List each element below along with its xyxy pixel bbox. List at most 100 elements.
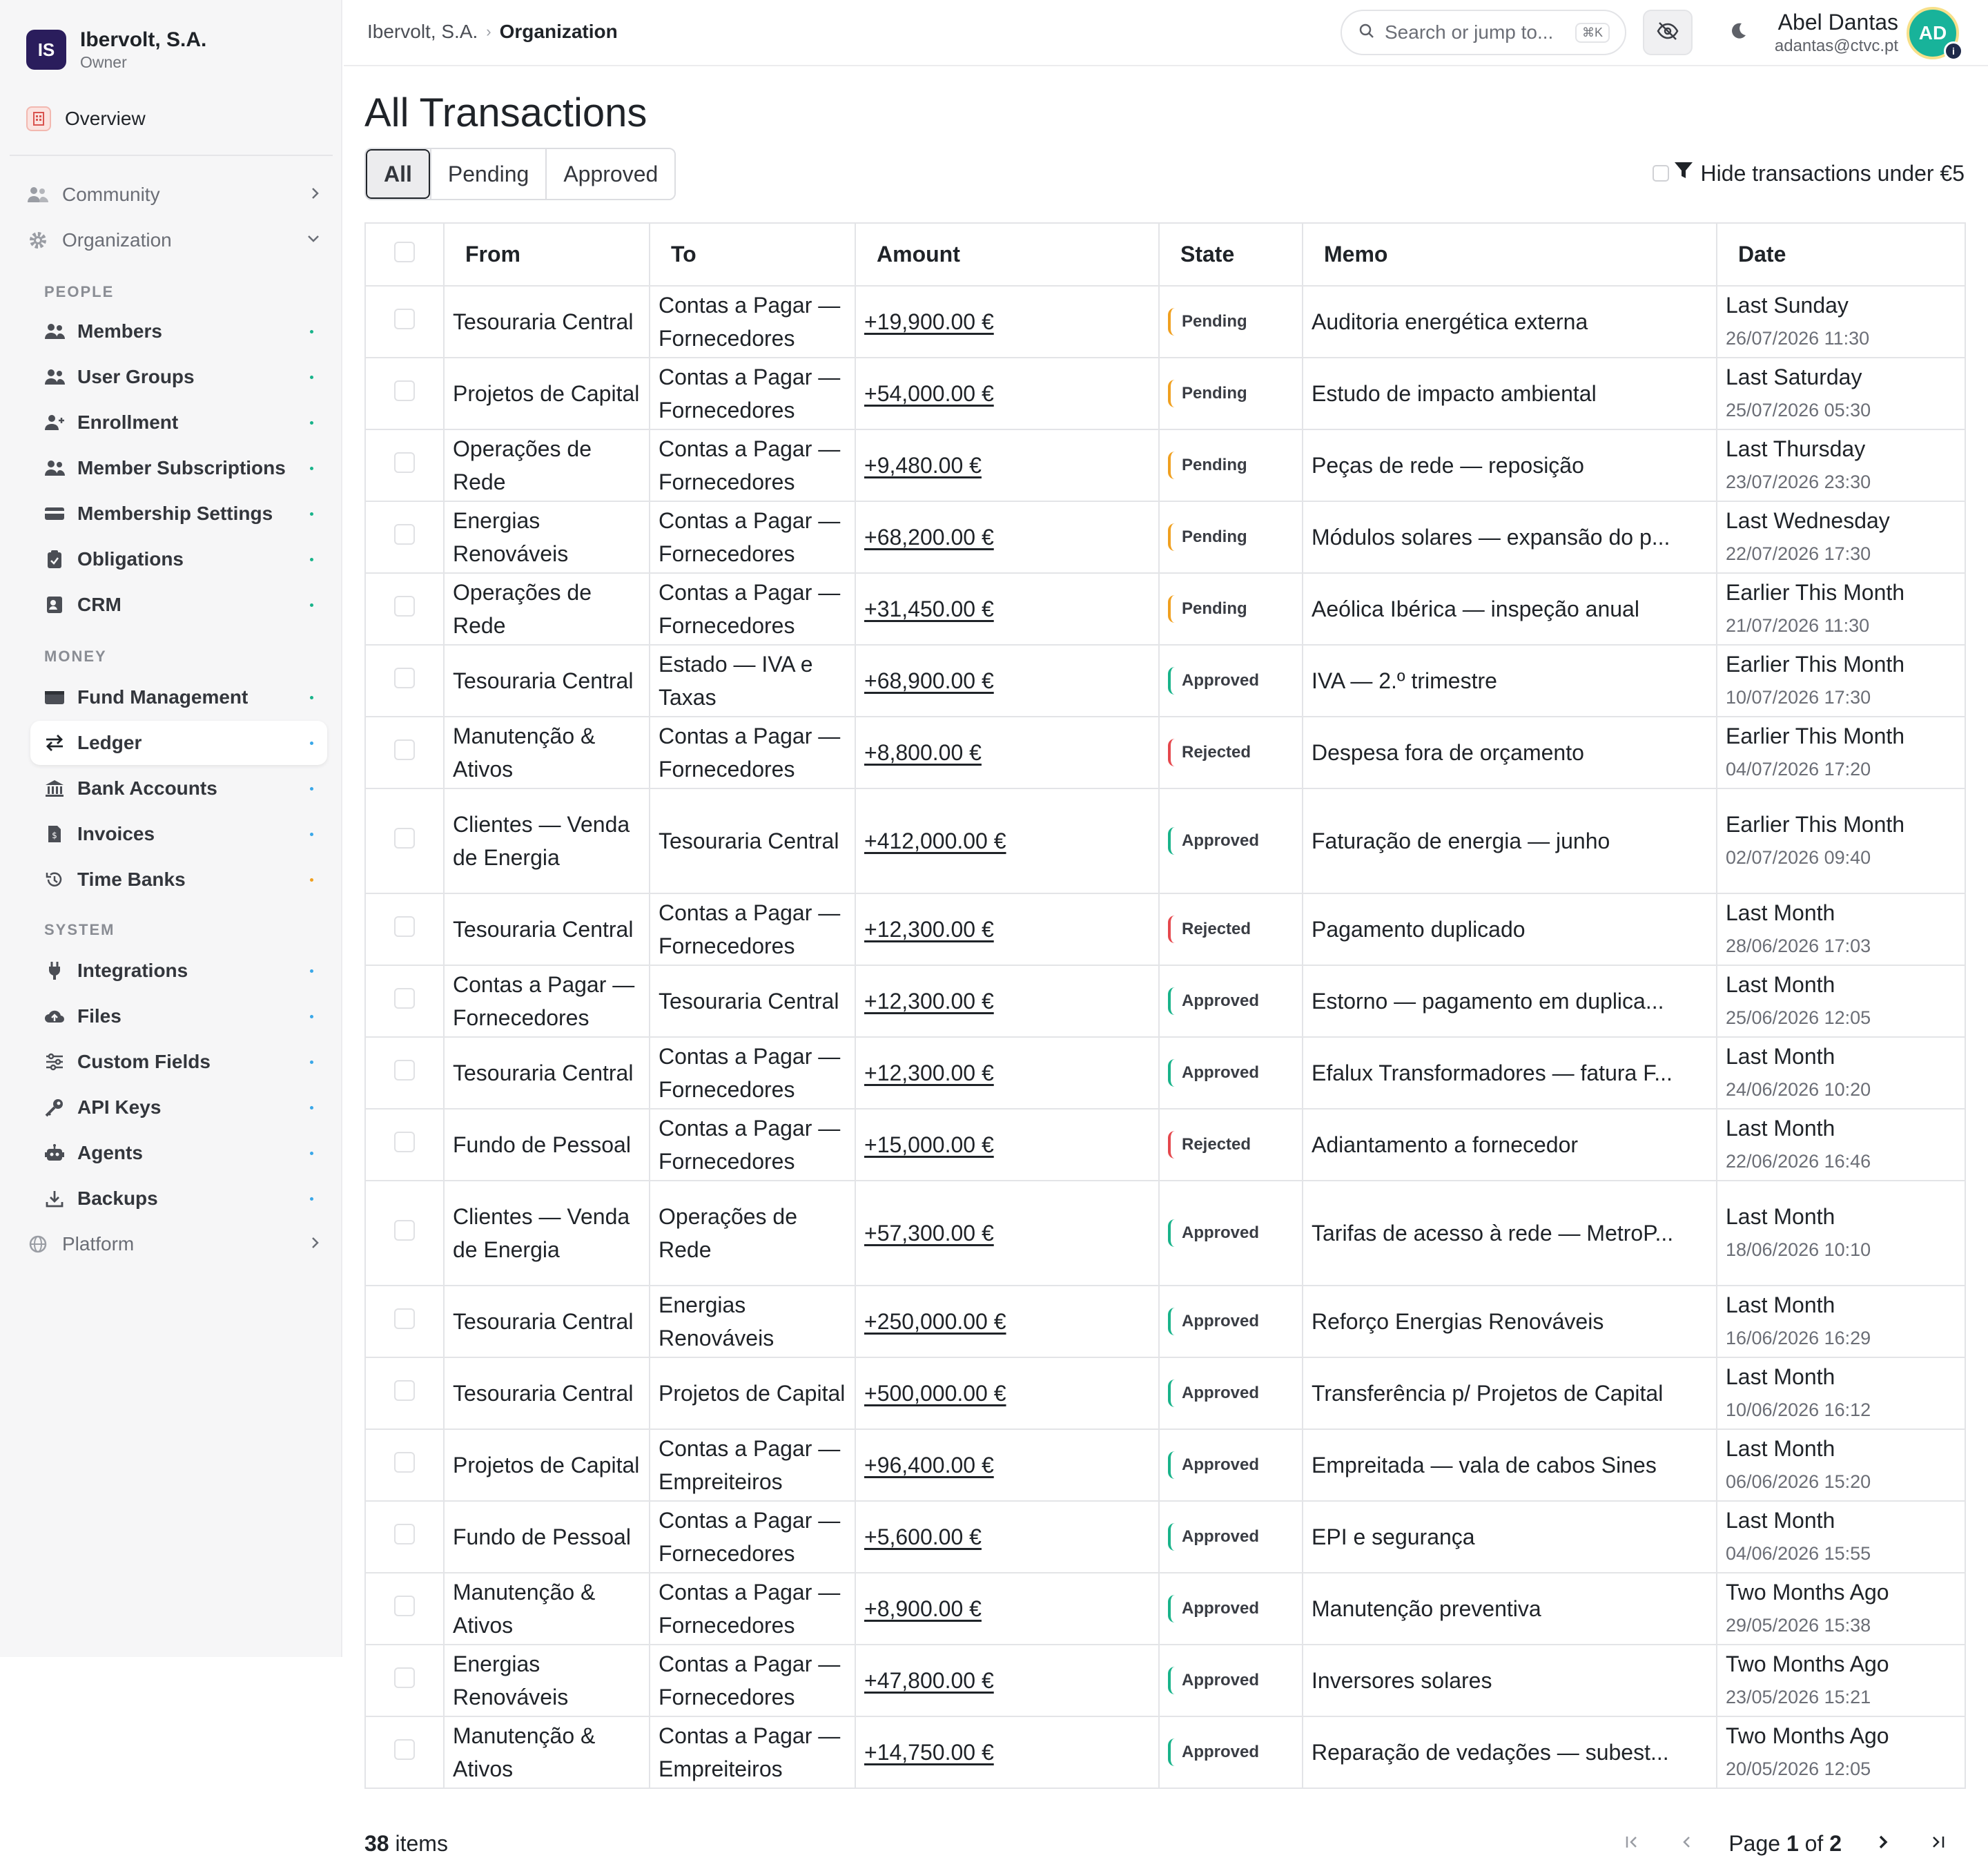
hide-small-checkbox[interactable] bbox=[1652, 165, 1669, 182]
sidebar-group-platform[interactable]: Platform bbox=[26, 1229, 320, 1259]
table-row[interactable]: Projetos de Capital Contas a Pagar — Empr… bbox=[366, 1429, 1965, 1502]
theme-toggle-button[interactable] bbox=[1713, 10, 1763, 55]
sidebar-group-community[interactable]: Community bbox=[26, 180, 320, 210]
amount-link[interactable]: +15,000.00 € bbox=[864, 1132, 994, 1157]
row-checkbox[interactable] bbox=[394, 380, 415, 401]
tab-all[interactable]: All bbox=[366, 149, 430, 199]
column-header-memo[interactable]: Memo bbox=[1303, 224, 1717, 287]
row-checkbox[interactable] bbox=[394, 1596, 415, 1616]
row-checkbox[interactable] bbox=[394, 524, 415, 545]
row-checkbox[interactable] bbox=[394, 1739, 415, 1760]
sidebar-item-time-banks[interactable]: Time Banks bbox=[30, 858, 327, 902]
row-checkbox[interactable] bbox=[394, 1667, 415, 1688]
tab-approved[interactable]: Approved bbox=[545, 149, 675, 199]
amount-link[interactable]: +68,200.00 € bbox=[864, 525, 994, 550]
amount-link[interactable]: +12,300.00 € bbox=[864, 1060, 994, 1085]
amount-link[interactable]: +8,900.00 € bbox=[864, 1596, 982, 1621]
sidebar-item-overview[interactable]: Overview bbox=[26, 104, 146, 134]
sidebar-group-organization[interactable]: Organization bbox=[26, 225, 320, 255]
column-header-to[interactable]: To bbox=[650, 224, 856, 287]
row-checkbox[interactable] bbox=[394, 1132, 415, 1152]
row-checkbox[interactable] bbox=[394, 988, 415, 1009]
amount-link[interactable]: +12,300.00 € bbox=[864, 989, 994, 1014]
table-row[interactable]: Clientes — Venda de Energia Tesouraria Ce… bbox=[366, 788, 1965, 894]
amount-link[interactable]: +31,450.00 € bbox=[864, 597, 994, 621]
search-input[interactable]: Search or jump to... ⌘K bbox=[1341, 10, 1626, 55]
breadcrumb-org[interactable]: Ibervolt, S.A. bbox=[367, 21, 478, 43]
hide-small-transactions-toggle[interactable]: Hide transactions under €5 bbox=[1652, 160, 1965, 186]
table-row[interactable]: Contas a Pagar — Fornecedores Tesouraria … bbox=[366, 965, 1965, 1038]
table-row[interactable]: Operações de Rede Contas a Pagar — Fornec… bbox=[366, 573, 1965, 646]
row-checkbox[interactable] bbox=[394, 1308, 415, 1329]
sidebar-item-user-groups[interactable]: User Groups bbox=[30, 355, 327, 399]
row-checkbox[interactable] bbox=[394, 1220, 415, 1241]
table-row[interactable]: Manutenção & Ativos Contas a Pagar — Forn… bbox=[366, 717, 1965, 789]
sidebar-item-membership-settings[interactable]: Membership Settings bbox=[30, 492, 327, 536]
amount-link[interactable]: +14,750.00 € bbox=[864, 1740, 994, 1765]
table-row[interactable]: Manutenção & Ativos Contas a Pagar — Empr… bbox=[366, 1716, 1965, 1789]
amount-link[interactable]: +500,000.00 € bbox=[864, 1381, 1006, 1406]
sidebar-item-enrollment[interactable]: Enrollment bbox=[30, 400, 327, 445]
row-checkbox[interactable] bbox=[394, 452, 415, 473]
amount-link[interactable]: +12,300.00 € bbox=[864, 917, 994, 942]
table-row[interactable]: Tesouraria Central Projetos de Capital +50… bbox=[366, 1357, 1965, 1430]
amount-link[interactable]: +8,800.00 € bbox=[864, 740, 982, 765]
table-row[interactable]: Operações de Rede Contas a Pagar — Fornec… bbox=[366, 429, 1965, 502]
table-row[interactable]: Clientes — Venda de Energia Operações de … bbox=[366, 1181, 1965, 1286]
row-checkbox[interactable] bbox=[394, 668, 415, 688]
sidebar-item-fund-management[interactable]: Fund Management bbox=[30, 675, 327, 719]
row-checkbox[interactable] bbox=[394, 1060, 415, 1081]
table-row[interactable]: Tesouraria Central Contas a Pagar — Forne… bbox=[366, 893, 1965, 966]
table-row[interactable]: Tesouraria Central Contas a Pagar — Forne… bbox=[366, 286, 1965, 358]
sidebar-item-obligations[interactable]: Obligations bbox=[30, 537, 327, 581]
amount-link[interactable]: +412,000.00 € bbox=[864, 829, 1006, 853]
sidebar-item-member-subscriptions[interactable]: Member Subscriptions bbox=[30, 446, 327, 490]
sidebar-item-members[interactable]: Members bbox=[30, 309, 327, 353]
privacy-toggle-button[interactable] bbox=[1643, 10, 1693, 55]
tab-pending[interactable]: Pending bbox=[429, 149, 546, 199]
table-row[interactable]: Manutenção & Ativos Contas a Pagar — Forn… bbox=[366, 1573, 1965, 1645]
first-page-button[interactable] bbox=[1604, 1823, 1659, 1860]
prev-page-button[interactable] bbox=[1659, 1823, 1715, 1860]
sidebar-item-backups[interactable]: Backups bbox=[30, 1176, 327, 1221]
column-header-date[interactable]: Date bbox=[1717, 224, 1965, 287]
amount-link[interactable]: +9,480.00 € bbox=[864, 453, 982, 478]
row-checkbox[interactable] bbox=[394, 596, 415, 617]
amount-link[interactable]: +47,800.00 € bbox=[864, 1668, 994, 1693]
table-row[interactable]: Projetos de Capital Contas a Pagar — Forn… bbox=[366, 358, 1965, 430]
sidebar-item-ledger[interactable]: Ledger bbox=[30, 721, 327, 765]
sidebar-item-crm[interactable]: CRM bbox=[30, 583, 327, 627]
last-page-button[interactable] bbox=[1911, 1823, 1966, 1860]
row-checkbox[interactable] bbox=[394, 828, 415, 849]
row-checkbox[interactable] bbox=[394, 1452, 415, 1473]
row-checkbox[interactable] bbox=[394, 1380, 415, 1401]
amount-link[interactable]: +250,000.00 € bbox=[864, 1309, 1006, 1334]
table-row[interactable]: Energias Renováveis Contas a Pagar — Forn… bbox=[366, 1645, 1965, 1717]
table-row[interactable]: Tesouraria Central Contas a Pagar — Forne… bbox=[366, 1037, 1965, 1110]
column-header-amount[interactable]: Amount bbox=[855, 224, 1160, 287]
row-checkbox[interactable] bbox=[394, 309, 415, 329]
amount-link[interactable]: +5,600.00 € bbox=[864, 1524, 982, 1549]
amount-link[interactable]: +19,900.00 € bbox=[864, 309, 994, 334]
amount-link[interactable]: +54,000.00 € bbox=[864, 381, 994, 406]
amount-link[interactable]: +68,900.00 € bbox=[864, 668, 994, 693]
amount-link[interactable]: +57,300.00 € bbox=[864, 1221, 994, 1246]
next-page-button[interactable] bbox=[1855, 1823, 1911, 1860]
sidebar-item-integrations[interactable]: Integrations bbox=[30, 949, 327, 993]
user-info[interactable]: Abel Dantas adantas@ctvc.pt bbox=[1775, 8, 1898, 57]
sidebar-item-bank-accounts[interactable]: Bank Accounts bbox=[30, 766, 327, 811]
amount-link[interactable]: +96,400.00 € bbox=[864, 1453, 994, 1478]
sidebar-item-agents[interactable]: Agents bbox=[30, 1131, 327, 1175]
table-row[interactable]: Tesouraria Central Estado — IVA e Taxas +6… bbox=[366, 645, 1965, 717]
row-checkbox[interactable] bbox=[394, 1524, 415, 1544]
table-row[interactable]: Tesouraria Central Energias Renováveis +25… bbox=[366, 1286, 1965, 1358]
table-row[interactable]: Energias Renováveis Contas a Pagar — Forn… bbox=[366, 501, 1965, 574]
sidebar-item-custom-fields[interactable]: Custom Fields bbox=[30, 1040, 327, 1084]
column-header-from[interactable]: From bbox=[444, 224, 650, 287]
select-all-checkbox[interactable] bbox=[394, 241, 415, 262]
row-checkbox[interactable] bbox=[394, 916, 415, 937]
table-row[interactable]: Fundo de Pessoal Contas a Pagar — Fornece… bbox=[366, 1109, 1965, 1181]
table-row[interactable]: Fundo de Pessoal Contas a Pagar — Fornece… bbox=[366, 1501, 1965, 1573]
row-checkbox[interactable] bbox=[394, 739, 415, 760]
org-switcher[interactable]: IS Ibervolt, S.A. Owner bbox=[26, 28, 206, 72]
